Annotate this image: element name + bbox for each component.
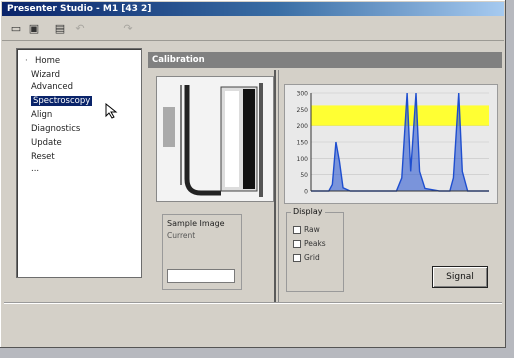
- display-group: Display Raw Peaks Grid: [286, 207, 344, 292]
- threshold-band: [311, 105, 489, 126]
- sample-image-label: Sample Image: [167, 219, 225, 228]
- panel-header: Calibration: [148, 52, 502, 68]
- sample-image-field[interactable]: [167, 269, 235, 283]
- print-icon[interactable]: ▤: [52, 21, 68, 36]
- mouse-cursor-icon: [105, 103, 118, 119]
- sample-image-group: Sample Image Current: [162, 214, 242, 290]
- display-option[interactable]: Raw: [293, 225, 320, 235]
- sample-image-sublabel: Current: [167, 231, 196, 240]
- y-tick-label: 150: [297, 140, 309, 147]
- checkbox-icon: [293, 254, 301, 262]
- application-window: Presenter Studio - M1 [43 2] ▭ ▣ ▤ ↶ ↷ ·…: [0, 0, 506, 348]
- scan-illustration: [157, 77, 273, 201]
- y-tick-label: 250: [297, 107, 309, 114]
- save-icon[interactable]: ▣: [26, 21, 42, 36]
- y-tick-label: 0: [304, 189, 308, 196]
- checkbox-icon: [293, 240, 301, 248]
- tree-node-icon: ·: [25, 56, 28, 66]
- vertical-divider: [274, 70, 276, 302]
- bottom-divider: [4, 302, 502, 304]
- tree-item-selected[interactable]: Spectroscopy: [31, 95, 93, 107]
- redo-icon[interactable]: ↷: [120, 21, 136, 36]
- navigation-tree[interactable]: · Home Wizard Advanced Spectroscopy Align…: [16, 48, 142, 278]
- tree-item[interactable]: Update: [31, 137, 62, 149]
- spectrum-chart: 300 250 200 150 100 50 0: [284, 84, 498, 204]
- y-tick-label: 200: [297, 123, 309, 130]
- scan-preview: [156, 76, 274, 202]
- chart-svg: 300 250 200 150 100 50 0: [297, 91, 489, 196]
- title-bar: Presenter Studio - M1 [43 2]: [2, 2, 504, 16]
- tree-item[interactable]: Advanced: [31, 81, 73, 93]
- open-folder-icon[interactable]: ▭: [8, 21, 24, 36]
- tree-item[interactable]: Wizard: [31, 69, 60, 81]
- signal-button[interactable]: Signal: [432, 266, 488, 288]
- display-group-title: Display: [291, 207, 325, 216]
- y-tick-label: 50: [300, 172, 308, 179]
- tree-item[interactable]: ...: [31, 163, 39, 175]
- undo-icon[interactable]: ↶: [72, 21, 88, 36]
- tree-item[interactable]: · Home: [25, 55, 60, 67]
- y-tick-label: 300: [297, 91, 309, 98]
- tree-item[interactable]: Align: [31, 109, 52, 121]
- display-option[interactable]: Peaks: [293, 239, 326, 249]
- y-tick-label: 100: [297, 156, 309, 163]
- checkbox-icon: [293, 226, 301, 234]
- toolbar: ▭ ▣ ▤ ↶ ↷: [2, 18, 504, 41]
- tree-item[interactable]: Reset: [31, 151, 55, 163]
- tree-item[interactable]: Diagnostics: [31, 123, 80, 135]
- vertical-divider: [278, 70, 279, 302]
- display-option[interactable]: Grid: [293, 253, 320, 263]
